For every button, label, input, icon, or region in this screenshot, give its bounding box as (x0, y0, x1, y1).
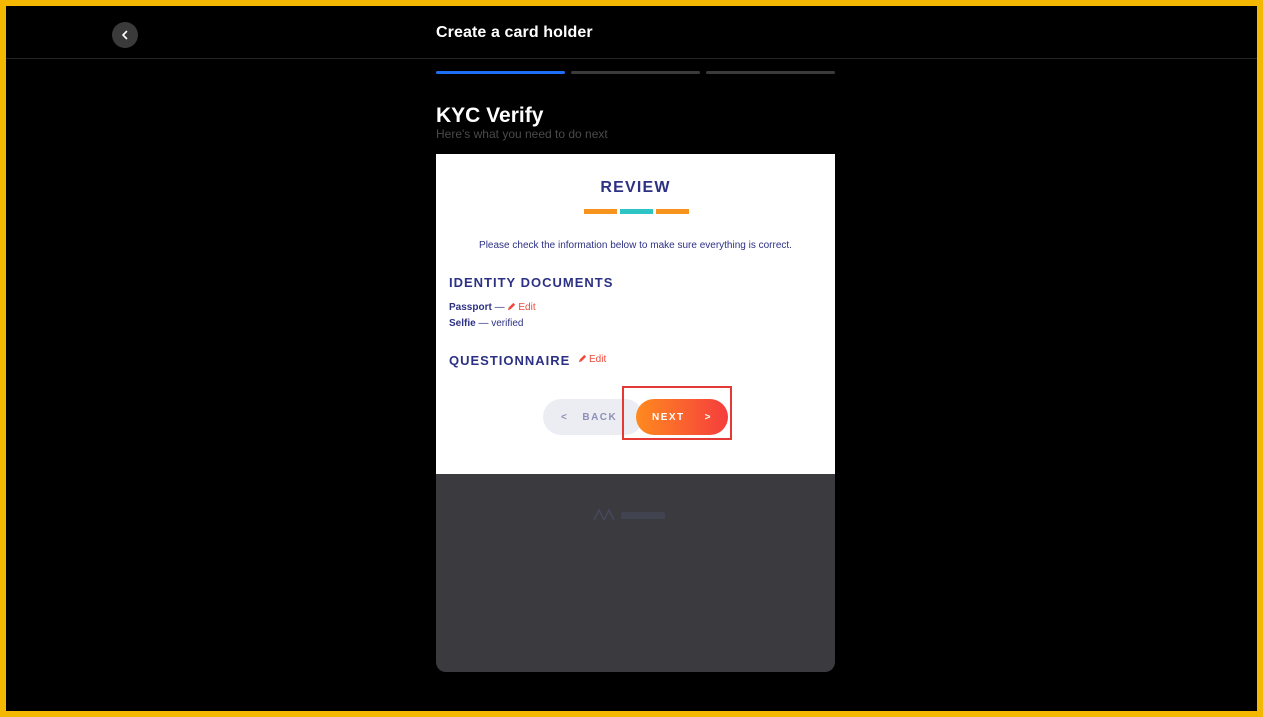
kyc-card: REVIEW Please check the information belo… (436, 154, 835, 672)
next-label: NEXT (651, 411, 685, 423)
back-step-label: BACK (582, 411, 618, 423)
review-instructions: Please check the information below to ma… (479, 240, 792, 251)
passport-row: Passport — Edit (449, 302, 536, 313)
passport-edit-label: Edit (518, 302, 536, 313)
identity-documents-heading: IDENTITY DOCUMENTS (449, 275, 614, 290)
back-button[interactable] (112, 22, 138, 48)
chevron-left-icon: < (561, 411, 569, 423)
selfie-label: Selfie (449, 318, 476, 329)
progress-step-1 (436, 71, 565, 74)
page-subtitle: Here's what you need to do next (436, 127, 608, 141)
page-title: KYC Verify (436, 104, 544, 127)
header-title: Create a card holder (436, 24, 593, 41)
deco-bar-orange (584, 209, 617, 214)
review-title: REVIEW (600, 179, 671, 196)
chevron-right-icon: > (704, 411, 712, 423)
app-frame: Create a card holder KYC Verify Here's w… (0, 0, 1263, 717)
pencil-icon (508, 302, 516, 311)
questionnaire-heading: QUESTIONNAIRE (449, 353, 571, 368)
questionnaire-edit-label: Edit (589, 354, 607, 365)
questionnaire-edit-link[interactable]: Edit (578, 354, 606, 365)
review-panel: REVIEW Please check the information belo… (436, 154, 835, 474)
deco-bar-teal (620, 209, 653, 214)
logo-icon (593, 508, 615, 521)
pencil-icon (578, 354, 587, 363)
selfie-status: — verified (475, 318, 524, 329)
header-bar: Create a card holder (6, 6, 1257, 59)
powered-by-logo (592, 508, 665, 522)
chevron-left-icon (122, 30, 128, 40)
deco-bar-orange-2 (656, 209, 689, 214)
progress-step-2 (571, 71, 700, 74)
step-progress (436, 71, 835, 74)
passport-edit-link[interactable]: Edit (507, 302, 536, 313)
review-decoration (584, 209, 689, 214)
progress-step-3 (706, 71, 835, 74)
selfie-row: Selfie — verified (449, 318, 523, 329)
passport-label: Passport (449, 302, 492, 313)
passport-separator: — (491, 302, 508, 313)
next-button[interactable]: NEXT > (636, 399, 728, 435)
logo-wordmark (621, 511, 665, 519)
